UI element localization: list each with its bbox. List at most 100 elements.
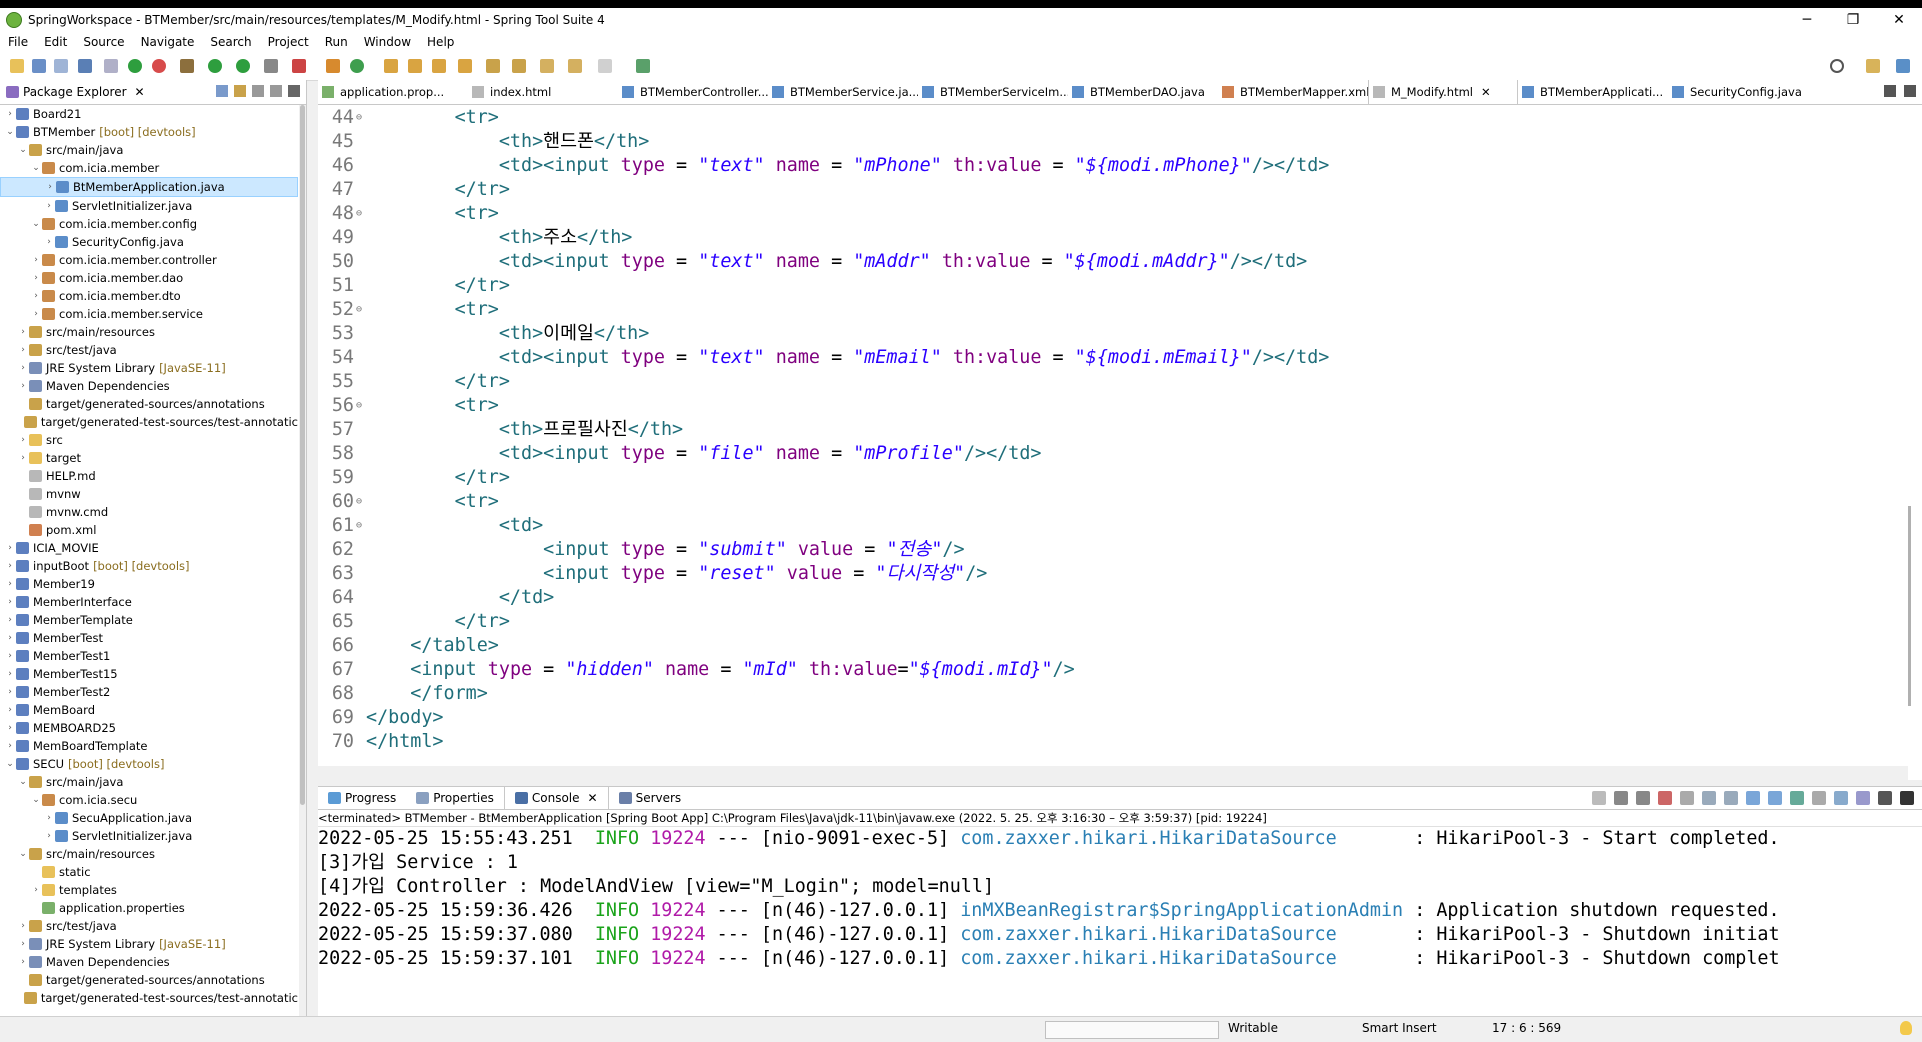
code-line[interactable]: 60 ⊖ <tr> <box>318 490 1898 514</box>
collapsed-twisty-icon[interactable]: › <box>43 233 55 251</box>
new-icon[interactable] <box>10 59 24 73</box>
code-editor[interactable]: 44 ⊖ <tr> 45 <th>핸드폰</th> 46 <td><input typ… <box>318 106 1898 756</box>
tree-item[interactable]: application.properties <box>0 899 298 917</box>
collapsed-twisty-icon[interactable]: › <box>4 701 16 719</box>
editor-vertical-scrollbar[interactable] <box>1904 106 1916 756</box>
code-line[interactable]: 51 </tr> <box>318 274 1898 298</box>
code-line[interactable]: 56 ⊖ <tr> <box>318 394 1898 418</box>
fold-collapse-icon[interactable]: ⊖ <box>356 202 366 226</box>
tree-item[interactable]: ⌄ com.icia.secu <box>0 791 298 809</box>
editor-tab[interactable]: BTMemberController... <box>618 80 768 104</box>
new-java-project-icon[interactable] <box>326 59 340 73</box>
tab-servers[interactable]: Servers <box>609 787 692 809</box>
tab-console[interactable]: Console ✕ <box>503 787 609 809</box>
back-icon[interactable] <box>568 59 582 73</box>
menu-window[interactable]: Window <box>356 35 419 49</box>
editor-tab[interactable]: BTMemberDAO.java <box>1068 80 1218 104</box>
tree-item[interactable]: mvnw.cmd <box>0 503 298 521</box>
open-type-icon[interactable] <box>384 59 398 73</box>
code-line[interactable]: 64 </td> <box>318 586 1898 610</box>
collapsed-twisty-icon[interactable]: › <box>44 178 56 196</box>
minimize-console-icon[interactable] <box>1878 791 1892 805</box>
tree-item[interactable]: › Maven Dependencies <box>0 953 298 971</box>
open-console-icon[interactable] <box>1812 791 1826 805</box>
external-tools-icon[interactable] <box>292 59 306 73</box>
show-on-stderr-icon[interactable] <box>1768 791 1782 805</box>
prev-annotation-icon[interactable] <box>512 59 526 73</box>
code-line[interactable]: 50 <td><input type = "text" name = "mAdd… <box>318 250 1898 274</box>
editor-tab[interactable]: index.html <box>468 80 618 104</box>
editor-tab[interactable]: M_Modify.html ✕ <box>1368 80 1518 104</box>
java-perspective-icon[interactable] <box>1896 59 1910 73</box>
expanded-twisty-icon[interactable]: ⌄ <box>4 755 16 773</box>
tree-item[interactable]: target/generated-test-sources/test-annot… <box>0 413 298 431</box>
tree-item[interactable]: ⌄ src/main/java <box>0 141 298 159</box>
tree-item[interactable]: target/generated-test-sources/test-annot… <box>0 989 298 1007</box>
code-line[interactable]: 70 </html> <box>318 730 1898 754</box>
tree-item[interactable]: HELP.md <box>0 467 298 485</box>
tip-bulb-icon[interactable] <box>1900 1021 1912 1035</box>
collapsed-twisty-icon[interactable]: › <box>17 341 29 359</box>
expanded-twisty-icon[interactable]: ⌄ <box>17 141 29 159</box>
code-line[interactable]: 66 </table> <box>318 634 1898 658</box>
view-menu-icon[interactable] <box>252 85 264 97</box>
tree-item[interactable]: › MemBoardTemplate <box>0 737 298 755</box>
menu-file[interactable]: File <box>0 35 36 49</box>
tree-item[interactable]: › src/test/java <box>0 341 298 359</box>
menu-help[interactable]: Help <box>419 35 462 49</box>
code-line[interactable]: 62 <input type = "submit" value = "전송"/> <box>318 538 1898 562</box>
collapsed-twisty-icon[interactable]: › <box>4 593 16 611</box>
tree-item[interactable]: › com.icia.member.dto <box>0 287 298 305</box>
collapsed-twisty-icon[interactable]: › <box>30 269 42 287</box>
fold-collapse-icon[interactable]: ⊖ <box>356 490 366 514</box>
remove-all-terminated-icon[interactable] <box>1636 791 1650 805</box>
editor-tab[interactable]: BTMemberServiceIm... <box>918 80 1068 104</box>
fold-collapse-icon[interactable]: ⊖ <box>356 106 366 130</box>
print-icon[interactable] <box>78 59 92 73</box>
code-line[interactable]: 48 ⊖ <tr> <box>318 202 1898 226</box>
code-line[interactable]: 44 ⊖ <tr> <box>318 106 1898 130</box>
expanded-twisty-icon[interactable]: ⌄ <box>17 845 29 863</box>
collapsed-twisty-icon[interactable]: › <box>4 683 16 701</box>
console-class-link[interactable]: com.zaxxer.hikari.HikariDataSource <box>960 924 1403 945</box>
new-console-icon[interactable] <box>1834 791 1848 805</box>
terminate-icon[interactable] <box>1658 791 1672 805</box>
tree-item[interactable]: › src/test/java <box>0 917 298 935</box>
pin-editor-icon[interactable] <box>636 59 650 73</box>
pin-console-icon[interactable] <box>1592 791 1606 805</box>
editor-tab[interactable]: application.prop... <box>318 80 468 104</box>
tree-item[interactable]: mvnw <box>0 485 298 503</box>
tree-item[interactable]: › ServletInitializer.java <box>0 827 298 845</box>
tree-item[interactable]: › com.icia.member.dao <box>0 269 298 287</box>
show-on-stdout-icon[interactable] <box>1746 791 1760 805</box>
tree-item[interactable]: › MemberTemplate <box>0 611 298 629</box>
tree-item[interactable]: static <box>0 863 298 881</box>
editor-scroll-thumb[interactable] <box>1908 506 1911 706</box>
link-icon[interactable] <box>104 59 118 73</box>
collapsed-twisty-icon[interactable]: › <box>4 647 16 665</box>
console-class-link[interactable]: inMXBeanRegistrar$SpringApplicationAdmin <box>960 900 1403 921</box>
display-selected-console-icon[interactable] <box>1790 791 1804 805</box>
open-perspective-icon[interactable] <box>458 59 472 73</box>
open-task-icon[interactable] <box>408 59 422 73</box>
tree-item[interactable]: ⌄ src/main/java <box>0 773 298 791</box>
collapsed-twisty-icon[interactable]: › <box>43 827 55 845</box>
remove-launch-icon[interactable] <box>1614 791 1628 805</box>
collapse-all-icon[interactable] <box>216 85 228 97</box>
code-line[interactable]: 68 </form> <box>318 682 1898 706</box>
tree-item[interactable]: › templates <box>0 881 298 899</box>
collapsed-twisty-icon[interactable]: › <box>43 197 55 215</box>
stop-icon[interactable] <box>264 59 278 73</box>
fold-collapse-icon[interactable]: ⊖ <box>356 298 366 322</box>
tree-item[interactable]: › ICIA_MOVIE <box>0 539 298 557</box>
maximize-view-icon[interactable] <box>288 85 300 97</box>
collapsed-twisty-icon[interactable]: › <box>17 431 29 449</box>
code-line[interactable]: 57 <th>프로필사진</th> <box>318 418 1898 442</box>
fold-collapse-icon[interactable]: ⊖ <box>356 514 366 538</box>
maximize-button[interactable]: ❐ <box>1830 8 1876 32</box>
console-output[interactable]: 2022-05-25 15:55:43.251 INFO 19224 --- [… <box>318 827 1922 971</box>
code-line[interactable]: 69 </body> <box>318 706 1898 730</box>
tree-item[interactable]: › MemberTest15 <box>0 665 298 683</box>
explorer-scrollbar[interactable] <box>299 105 306 1025</box>
expanded-twisty-icon[interactable]: ⌄ <box>17 773 29 791</box>
